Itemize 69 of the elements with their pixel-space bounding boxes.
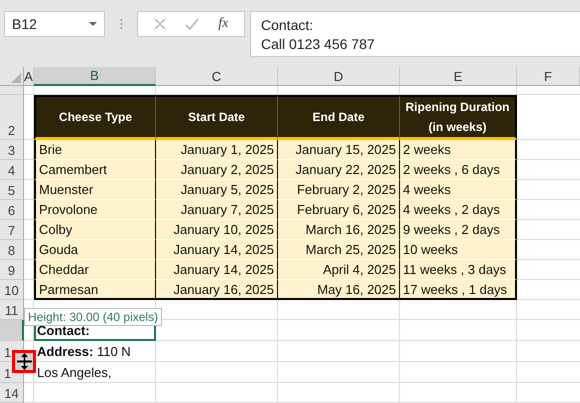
column-header[interactable]: E [400, 67, 517, 86]
row-header[interactable]: 11 [0, 300, 24, 320]
column-header[interactable]: B [34, 67, 156, 86]
row-header[interactable]: 14 [0, 383, 24, 403]
table-cell: 9 weeks , 2 days [400, 220, 517, 240]
table-header-cell: Ripening Duration (in weeks) [400, 95, 517, 140]
table-cell: February 6, 2025 [278, 200, 400, 220]
formula-text: Call 0123 456 787 [261, 35, 375, 54]
column-header[interactable]: A [24, 67, 34, 86]
table-cell: Cheddar [34, 260, 156, 280]
table-cell: February 2, 2025 [278, 180, 400, 200]
table-cell: Camembert [34, 160, 156, 180]
table-cell: January 2, 2025 [156, 160, 278, 180]
row-header[interactable]: 5 [0, 180, 24, 200]
grip-icon [120, 18, 122, 30]
row-height-tooltip: Height: 30.00 (40 pixels) [24, 308, 162, 326]
table-cell: 4 weeks , 2 days [400, 200, 517, 220]
row-header[interactable]: 4 [0, 160, 24, 180]
table-cell: May 16, 2025 [278, 280, 400, 300]
row-header[interactable]: 10 [0, 280, 24, 300]
table-cell: January 10, 2025 [156, 220, 278, 240]
table-cell: 2 weeks , 6 days [400, 160, 517, 180]
table-cell: 10 weeks [400, 240, 517, 260]
table-cell: 4 weeks [400, 180, 517, 200]
table-cell: Brie [34, 140, 156, 160]
row-header[interactable]: 2 [0, 95, 24, 140]
table-header-cell: Start Date [156, 95, 278, 140]
table-cell: April 4, 2025 [278, 260, 400, 280]
table-cell: Parmesan [34, 280, 156, 300]
row-header[interactable]: 3 [0, 140, 24, 160]
enter-check-icon[interactable] [184, 18, 199, 30]
table-cell: Gouda [34, 240, 156, 260]
table-cell: January 7, 2025 [156, 200, 278, 220]
table-header-cell: End Date [278, 95, 400, 140]
table-cell: Muenster [34, 180, 156, 200]
table-cell: January 14, 2025 [156, 240, 278, 260]
table-cell: January 5, 2025 [156, 180, 278, 200]
select-all-icon[interactable] [11, 73, 21, 83]
cell-text: Address: 110 N [36, 343, 132, 361]
row-header[interactable]: 7 [0, 220, 24, 240]
column-header[interactable]: D [278, 67, 400, 86]
column-header[interactable]: F [517, 67, 580, 86]
formula-text: Contact: [261, 16, 314, 35]
table-cell: January 14, 2025 [156, 260, 278, 280]
row-resize-cursor-icon [16, 353, 32, 370]
table-cell: Colby [34, 220, 156, 240]
table-cell: January 16, 2025 [156, 280, 278, 300]
row-header[interactable] [0, 320, 24, 341]
table-cell: Provolone [34, 200, 156, 220]
row-header[interactable]: 9 [0, 260, 24, 280]
column-header[interactable]: C [156, 67, 278, 86]
row-header[interactable]: 8 [0, 240, 24, 260]
table-cell: 17 weeks , 1 days [400, 280, 517, 300]
dropdown-caret-icon[interactable] [89, 22, 97, 26]
insert-function-button[interactable]: fx [218, 16, 228, 32]
table-cell: 2 weeks [400, 140, 517, 160]
row-header[interactable] [0, 86, 24, 95]
cell-text: Los Angeles, [36, 364, 112, 382]
table-cell: January 22, 2025 [278, 160, 400, 180]
name-box[interactable]: B12 [4, 11, 105, 37]
row-header[interactable]: 6 [0, 200, 24, 220]
formula-bar[interactable]: Contact: Call 0123 456 787 [250, 11, 580, 57]
table-cell: March 25, 2025 [278, 240, 400, 260]
table-cell: January 15, 2025 [278, 140, 400, 160]
table-header-cell: Cheese Type [34, 95, 156, 140]
table-cell: January 1, 2025 [156, 140, 278, 160]
table-cell: 11 weeks , 3 days [400, 260, 517, 280]
cancel-icon[interactable] [154, 18, 166, 30]
table-cell: March 16, 2025 [278, 220, 400, 240]
